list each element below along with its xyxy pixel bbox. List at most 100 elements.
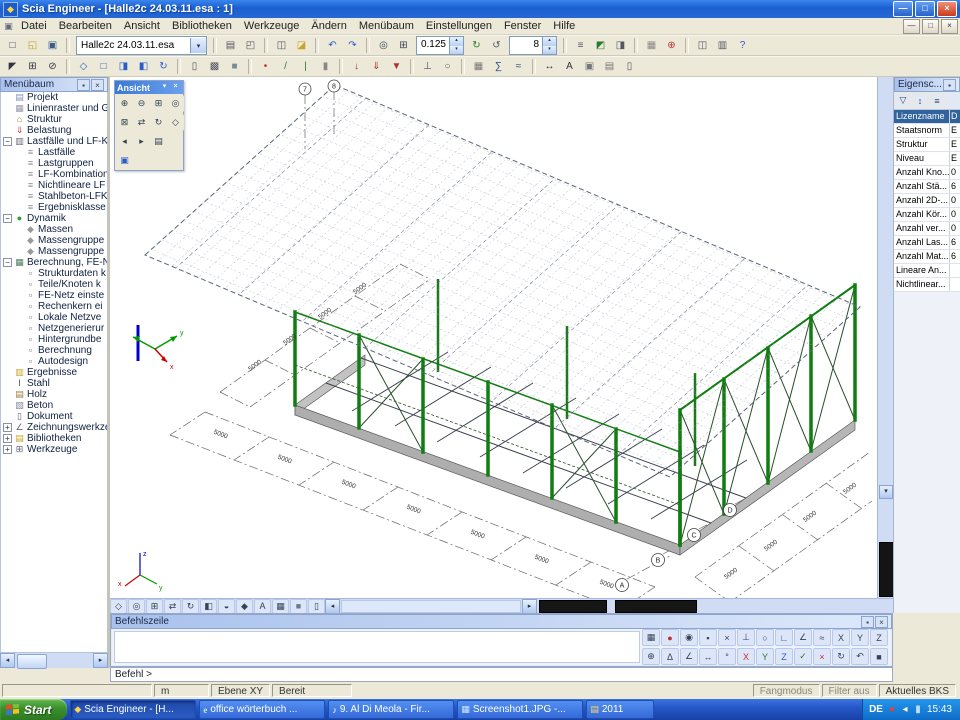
tree-expander-icon[interactable]: + — [3, 434, 12, 443]
wireframe-mode-icon[interactable]: ▯ — [185, 58, 204, 76]
snap-perpendicular-icon[interactable]: ⊥ — [737, 629, 755, 646]
tree-item-hintergrundbe[interactable]: ▫Hintergrundbe — [1, 334, 107, 345]
refresh-icon[interactable]: ↻ — [467, 37, 486, 55]
mesh-generate-icon[interactable]: ▦ — [469, 58, 488, 76]
tree-item-ergebnisklasse[interactable]: ≡Ergebnisklasse — [1, 202, 107, 213]
snap-intersection-icon[interactable]: × — [718, 629, 736, 646]
close-toolbar-icon[interactable]: × — [170, 82, 181, 93]
axis-y-icon[interactable]: Y — [756, 648, 774, 665]
property-row[interactable]: LizenznameD — [894, 110, 960, 124]
scroll-left-icon[interactable]: ◂ — [325, 599, 340, 614]
document-icon[interactable]: ▣ — [2, 20, 15, 33]
lock-z-icon[interactable]: Z — [870, 629, 888, 646]
snap-orthogonal-icon[interactable]: ∟ — [775, 629, 793, 646]
perspective-icon[interactable]: ◇ — [110, 599, 127, 614]
undo-icon[interactable]: ↶ — [323, 37, 342, 55]
tree-expander-icon[interactable]: − — [3, 258, 12, 267]
new-column-icon[interactable]: | — [296, 58, 315, 76]
menu-hilfe[interactable]: Hilfe — [547, 19, 581, 33]
tree-item-berechnung-fe-n[interactable]: −▦Berechnung, FE-N — [1, 257, 107, 268]
zoom-window-icon[interactable]: ⊞ — [150, 95, 167, 112]
tree-item-linienraster-und-gr[interactable]: ▦Linienraster und Gr — [1, 103, 107, 114]
select-cursor-icon[interactable]: ◤ — [3, 58, 22, 76]
coord-relative-icon[interactable]: Δ — [661, 648, 679, 665]
menu-fenster[interactable]: Fenster — [498, 19, 547, 33]
snap-grid-icon[interactable]: ▦ — [642, 629, 660, 646]
tree-expander-icon[interactable]: − — [3, 214, 12, 223]
menu-datei[interactable]: Datei — [15, 19, 53, 33]
close-button[interactable]: × — [937, 1, 957, 17]
property-value[interactable]: 0 — [950, 222, 960, 235]
ansicht-toolbar[interactable]: Ansicht ▾ × ⊕⊖⊞◎ ⊠⇄↻◇ ◂▸▤ ▣ — [114, 80, 184, 171]
tree-item-berechnung[interactable]: ▫Berechnung — [1, 345, 107, 356]
tree-item-dokument[interactable]: ▯Dokument — [1, 411, 107, 422]
tree-item-holz[interactable]: ▤Holz — [1, 389, 107, 400]
axis-z-icon[interactable]: Z — [775, 648, 793, 665]
property-value[interactable]: E — [950, 124, 960, 137]
new-project-icon[interactable]: □ — [3, 37, 22, 55]
screenshot-icon[interactable]: ▣ — [580, 58, 599, 76]
taskbar-item-music[interactable]: ♪ 9. Al Di Meola - Fir... — [328, 700, 454, 719]
spin-down-icon[interactable]: ▾ — [450, 46, 463, 55]
tree-item-belastung[interactable]: ⇓Belastung — [1, 125, 107, 136]
tree-item-lastf-lle-und-lf-ko[interactable]: −▥Lastfälle und LF-Ko — [1, 136, 107, 147]
gallery-icon[interactable]: ▤ — [600, 58, 619, 76]
zoom-fit-icon[interactable]: ◎ — [128, 599, 145, 614]
line-load-icon[interactable]: ⇓ — [367, 58, 386, 76]
tree-item-netzgenerierur[interactable]: ▫Netzgenerierur — [1, 323, 107, 334]
undo-command-icon[interactable]: ↶ — [851, 648, 869, 665]
dot-grid-icon[interactable]: ▦ — [642, 37, 661, 55]
display-settings-icon[interactable]: ▣ — [116, 152, 133, 169]
view-axonometric-icon[interactable]: ◇ — [74, 58, 93, 76]
new-window-icon[interactable]: ◫ — [693, 37, 712, 55]
results-icon[interactable]: ≈ — [509, 58, 528, 76]
repeat-icon[interactable]: ↻ — [832, 648, 850, 665]
menu-bibliotheken[interactable]: Bibliotheken — [166, 19, 238, 33]
hinge-icon[interactable]: ○ — [438, 58, 457, 76]
property-sort-icon[interactable]: ↕ — [912, 93, 928, 108]
zoom-in-icon[interactable]: ⊕ — [116, 95, 133, 112]
vertical-scrollbar[interactable]: ▾ — [877, 77, 893, 598]
open-project-icon[interactable]: ◱ — [23, 37, 42, 55]
property-row[interactable]: Lineare An... — [894, 264, 960, 278]
volume-icon[interactable]: ◂ — [899, 702, 911, 718]
command-title-bar[interactable]: Befehlszeile ▪ × — [111, 614, 892, 629]
language-indicator[interactable]: DE — [869, 704, 883, 715]
tree-expander-icon[interactable]: − — [3, 137, 12, 146]
scrollbar-thumb[interactable] — [615, 600, 697, 613]
scroll-left-icon[interactable]: ◂ — [0, 653, 15, 668]
property-value[interactable]: 6 — [950, 180, 960, 193]
pin-icon[interactable]: ▪ — [943, 79, 956, 91]
property-row[interactable]: StrukturE — [894, 138, 960, 152]
tree-item-stahl[interactable]: IStahl — [1, 378, 107, 389]
menu-aendern[interactable]: Ändern — [305, 19, 352, 33]
copy-picture-icon[interactable]: ◫ — [272, 37, 291, 55]
zoom-window-icon[interactable]: ⊞ — [146, 599, 163, 614]
snap-node-icon[interactable]: ● — [661, 629, 679, 646]
property-value[interactable]: 0 — [950, 208, 960, 221]
property-value[interactable]: 0 — [950, 166, 960, 179]
property-value[interactable]: D — [950, 110, 960, 123]
tree-item-werkzeuge[interactable]: +⊞Werkzeuge — [1, 444, 107, 455]
lock-y-icon[interactable]: Y — [851, 629, 869, 646]
tree-item-lokale-netzve[interactable]: ▫Lokale Netzve — [1, 312, 107, 323]
tree-item-lastgruppen[interactable]: ≡Lastgruppen — [1, 158, 107, 169]
rendered-mode-icon[interactable]: ■ — [225, 58, 244, 76]
zoom-window-icon[interactable]: ⊞ — [394, 37, 413, 55]
pan-icon[interactable]: ⇄ — [164, 599, 181, 614]
view-next-icon[interactable]: ▸ — [133, 133, 150, 150]
property-value[interactable]: 6 — [950, 250, 960, 263]
tree-item-zeichnungswerkze[interactable]: +∠Zeichnungswerkze — [1, 422, 107, 433]
menu-werkzeuge[interactable]: Werkzeuge — [238, 19, 305, 33]
number-spinner[interactable]: 8 ▴ ▾ — [509, 36, 557, 55]
show-labels-icon[interactable]: A — [254, 599, 271, 614]
zoom-out-icon[interactable]: ⊖ — [133, 95, 150, 112]
redo-icon[interactable]: ↷ — [343, 37, 362, 55]
property-actions-icon[interactable]: ≡ — [929, 93, 945, 108]
clock[interactable]: 15:43 — [927, 704, 952, 715]
select-box-icon[interactable]: ⊞ — [23, 58, 42, 76]
unselect-all-icon[interactable]: ⊘ — [43, 58, 62, 76]
minimize-button[interactable]: — — [893, 1, 913, 17]
scrollbar-thumb[interactable] — [17, 654, 47, 669]
tree-item-strukturdaten-k[interactable]: ▫Strukturdaten k — [1, 268, 107, 279]
